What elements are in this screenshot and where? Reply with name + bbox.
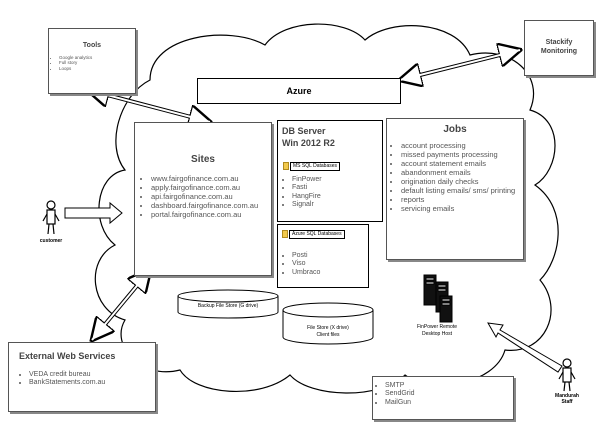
external-services-title: External Web Services	[19, 351, 116, 361]
jobs-list: account processing missed payments proce…	[387, 141, 523, 213]
db-server-box: DB Server Win 2012 R2 MS SQL Databases F…	[277, 120, 383, 222]
sites-list: www.fairgofinance.com.au apply.fairgofin…	[135, 174, 271, 219]
list-item: missed payments processing	[401, 150, 519, 159]
tools-box: Tools Google analytics Full story Loops	[48, 28, 136, 94]
list-item: Posti	[292, 252, 320, 260]
list-item: Signalr	[292, 201, 322, 209]
list-item: dashboard.fairgofinance.com.au	[151, 201, 271, 210]
finpower-remote-label: FinPower Remote Desktop Host	[405, 324, 469, 337]
db-server-title-line1: DB Server	[282, 126, 326, 136]
folder-icon	[283, 162, 289, 170]
customer-label: customer	[39, 238, 63, 244]
list-item: SendGrid	[385, 390, 513, 398]
stackify-line1: Stackify	[545, 39, 573, 46]
list-item: default listing emails/ sms/ printing	[401, 186, 519, 195]
azure-sql-tag: Azure SQL Databases	[289, 230, 345, 239]
external-services-list: VEDA credit bureau BankStatements.com.au	[9, 371, 155, 388]
list-item: account processing	[401, 141, 519, 150]
list-item: servicing emails	[401, 204, 519, 213]
file-store-line2: Client files	[316, 331, 340, 338]
azure-box: Azure	[197, 78, 401, 104]
list-item: Fasti	[292, 184, 322, 192]
jobs-title: Jobs	[443, 124, 467, 135]
mandurah-staff-label: Mandurah Staff	[552, 393, 582, 405]
finpower-remote-line2: Desktop Host	[421, 330, 452, 337]
list-item: reports	[401, 195, 519, 204]
list-item: portal.fairgofinance.com.au	[151, 210, 271, 219]
list-item: HangFire	[292, 193, 322, 201]
customer-sites-arrow	[64, 201, 123, 225]
sites-box: Sites www.fairgofinance.com.au apply.fai…	[134, 122, 272, 276]
azure-sql-list: Posti Viso Umbraco	[282, 252, 320, 277]
stackify-title: Stackify Monitoring	[525, 38, 593, 57]
list-item: Umbraco	[292, 269, 320, 277]
db-server-title-line2: Win 2012 R2	[282, 137, 335, 148]
db-server-title: DB Server Win 2012 R2	[282, 126, 382, 149]
list-item: Loops	[59, 66, 135, 71]
file-store-label: File Store (X drive) Client files	[283, 325, 373, 338]
list-item: api.fairgofinance.com.au	[151, 192, 271, 201]
tools-title: Tools	[82, 42, 102, 49]
azure-sql-box: Azure SQL Databases Posti Viso Umbraco	[277, 224, 369, 288]
list-item: origination daily checks	[401, 177, 519, 186]
stackify-box: Stackify Monitoring	[524, 20, 594, 76]
mandurah-line2: Staff	[561, 399, 573, 405]
messaging-box: SMTP SendGrid MailGun	[372, 376, 514, 420]
sites-title: Sites	[191, 154, 215, 165]
messaging-list: SMTP SendGrid MailGun	[373, 382, 513, 407]
list-item: Viso	[292, 260, 320, 268]
list-item: FinPower	[292, 176, 322, 184]
backup-store-label: Backup File Store (G drive)	[197, 303, 259, 309]
list-item: account statement emails	[401, 159, 519, 168]
architecture-diagram: Tools Google analytics Full story Loops …	[0, 0, 602, 426]
mandurah-staff-figure-icon	[558, 358, 576, 392]
customer-figure-icon	[42, 200, 60, 235]
external-services-box: External Web Services VEDA credit bureau…	[8, 342, 156, 412]
ms-sql-tag: MS SQL Databases	[290, 162, 341, 171]
list-item: MailGun	[385, 399, 513, 407]
list-item: SMTP	[385, 382, 513, 390]
azure-title: Azure	[286, 86, 312, 96]
tools-list: Google analytics Full story Loops	[49, 55, 135, 71]
jobs-box: Jobs account processing missed payments …	[386, 118, 524, 260]
ms-sql-list: FinPower Fasti HangFire Signalr	[282, 176, 322, 210]
list-item: abandonment emails	[401, 168, 519, 177]
list-item: apply.fairgofinance.com.au	[151, 183, 271, 192]
list-item: BankStatements.com.au	[29, 379, 155, 387]
list-item: VEDA credit bureau	[29, 371, 155, 379]
stackify-line2: Monitoring	[540, 48, 578, 56]
folder-icon	[282, 230, 288, 238]
list-item: www.fairgofinance.com.au	[151, 174, 271, 183]
